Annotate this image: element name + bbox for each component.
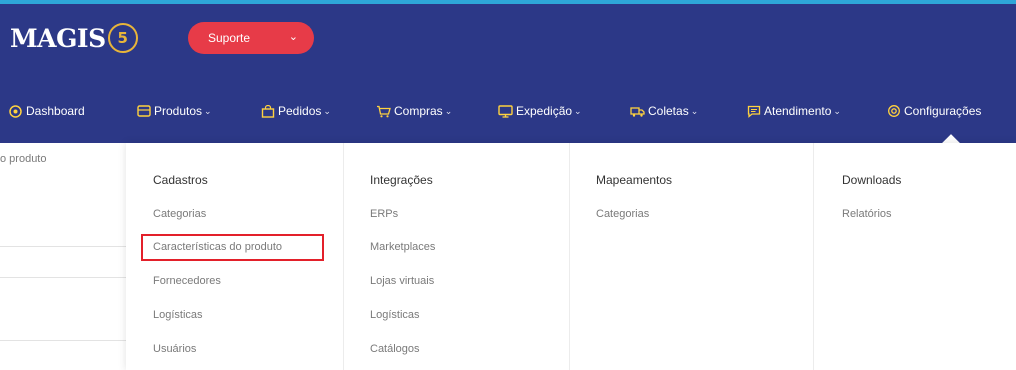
box-icon xyxy=(136,105,151,118)
nav-item-compras[interactable]: Compras ⌄ xyxy=(376,92,452,130)
menu-item-categorias[interactable]: Categorias xyxy=(596,208,649,220)
nav-item-atendimento[interactable]: Atendimento ⌄ xyxy=(746,92,841,130)
background-text: o produto xyxy=(0,153,47,165)
support-label: Suporte xyxy=(208,31,251,45)
divider xyxy=(0,246,126,247)
chevron-down-icon: ⌄ xyxy=(288,31,298,43)
column-title: Mapeamentos xyxy=(596,173,673,187)
nav-label: Compras xyxy=(394,104,443,118)
nav-item-expedicao[interactable]: Expedição ⌄ xyxy=(498,92,582,130)
chevron-down-icon: ⌄ xyxy=(690,105,699,116)
menu-item-logisticas[interactable]: Logísticas xyxy=(153,309,203,321)
menu-item-catalogos[interactable]: Catálogos xyxy=(370,343,420,355)
nav-item-coletas[interactable]: Coletas ⌄ xyxy=(630,92,698,130)
logo-badge: 5 xyxy=(107,23,138,53)
top-header: MAGIS 5 Suporte ⌄ Dashboard Produtos ⌄ P… xyxy=(0,0,1016,143)
menu-item-marketplaces[interactable]: Marketplaces xyxy=(370,241,435,253)
nav-label: Pedidos xyxy=(278,104,322,118)
menu-item-categorias[interactable]: Categorias xyxy=(153,208,206,220)
logo-text: MAGIS xyxy=(10,23,106,53)
menu-item-fornecedores[interactable]: Fornecedores xyxy=(153,275,221,287)
nav-label: Produtos xyxy=(154,104,203,118)
menu-item-lojas-virtuais[interactable]: Lojas virtuais xyxy=(370,275,434,287)
nav-label: Dashboard xyxy=(26,104,85,118)
menu-item-relatorios[interactable]: Relatórios xyxy=(842,208,892,220)
divider xyxy=(0,340,126,341)
nav-label: Coletas xyxy=(648,104,689,118)
menu-item-logisticas[interactable]: Logísticas xyxy=(370,309,420,321)
truck-icon xyxy=(630,105,645,118)
nav-label: Expedição xyxy=(516,104,573,118)
main-nav: Dashboard Produtos ⌄ Pedidos ⌄ Compras ⌄ xyxy=(0,92,1016,130)
menu-item-usuarios[interactable]: Usuários xyxy=(153,343,196,355)
nav-item-configuracoes[interactable]: Configurações xyxy=(886,92,981,130)
chevron-down-icon: ⌄ xyxy=(444,105,453,116)
gear-icon xyxy=(886,105,901,118)
menu-column-cadastros: Cadastros Categorias Características do … xyxy=(126,143,343,370)
menu-column-downloads: Downloads Relatórios xyxy=(813,143,1016,370)
chevron-down-icon: ⌄ xyxy=(833,105,841,116)
divider xyxy=(0,277,126,278)
nav-item-pedidos[interactable]: Pedidos ⌄ xyxy=(260,92,331,130)
chevron-down-icon: ⌄ xyxy=(204,105,212,116)
highlight-box xyxy=(141,234,324,261)
column-title: Integrações xyxy=(370,173,433,187)
configuracoes-dropdown-menu: Cadastros Categorias Características do … xyxy=(126,143,1016,370)
nav-item-dashboard[interactable]: Dashboard xyxy=(8,92,85,130)
menu-column-integracoes: Integrações ERPs Marketplaces Lojas virt… xyxy=(343,143,569,370)
shopping-bag-icon xyxy=(260,104,275,118)
nav-item-produtos[interactable]: Produtos ⌄ xyxy=(136,92,212,130)
menu-item-erps[interactable]: ERPs xyxy=(370,208,398,220)
chevron-down-icon: ⌄ xyxy=(574,105,582,116)
menu-column-mapeamentos: Mapeamentos Categorias xyxy=(569,143,813,370)
nav-label: Configurações xyxy=(904,104,982,118)
chat-icon xyxy=(746,105,761,118)
cart-icon xyxy=(376,105,391,118)
chevron-down-icon: ⌄ xyxy=(323,105,331,116)
support-dropdown[interactable]: Suporte ⌄ xyxy=(188,22,314,54)
column-title: Cadastros xyxy=(153,173,208,187)
nav-label: Atendimento xyxy=(764,104,832,118)
column-title: Downloads xyxy=(842,173,902,187)
brand-logo[interactable]: MAGIS 5 xyxy=(10,20,138,56)
monitor-icon xyxy=(498,104,513,118)
dashboard-icon xyxy=(8,104,23,118)
